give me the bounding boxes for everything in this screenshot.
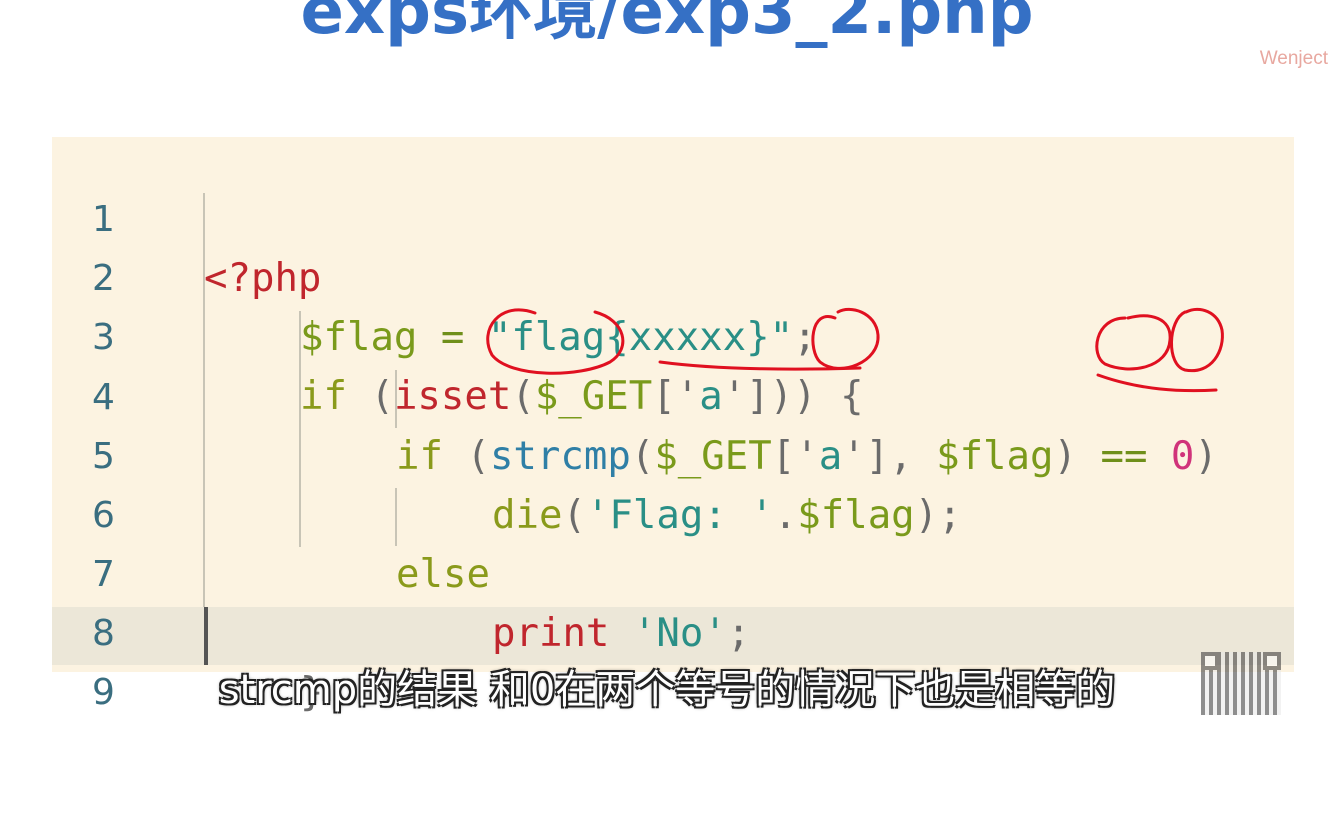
watermark: Wenject: [1259, 48, 1328, 69]
code-line: 3 if (isset($_GET['a'])) {: [52, 249, 1294, 419]
page-title: exps环境/exp3_2.php: [300, 0, 1034, 49]
text-cursor: [204, 607, 208, 665]
code-line: 8 }: [52, 545, 1294, 715]
code-line: 1 <?php: [52, 131, 1294, 301]
code-line: 7 print 'No';: [52, 486, 1294, 656]
code-line: 6 else: [52, 427, 1294, 597]
code-line: 2 $flag = "flag{xxxxx}";: [52, 190, 1294, 360]
code-line: 5 die('Flag: '.$flag);: [52, 368, 1294, 538]
code-line: 9: [52, 604, 1294, 713]
video-subtitle: strcmp的结果 和0在两个等号的情况下也是相等的: [218, 667, 1116, 713]
code-line: 4 if (strcmp($_GET['a'], $flag) == 0): [52, 309, 1294, 479]
code-editor[interactable]: 1 <?php 2 $flag = "flag{xxxxx}"; 3 if (i…: [52, 137, 1294, 715]
